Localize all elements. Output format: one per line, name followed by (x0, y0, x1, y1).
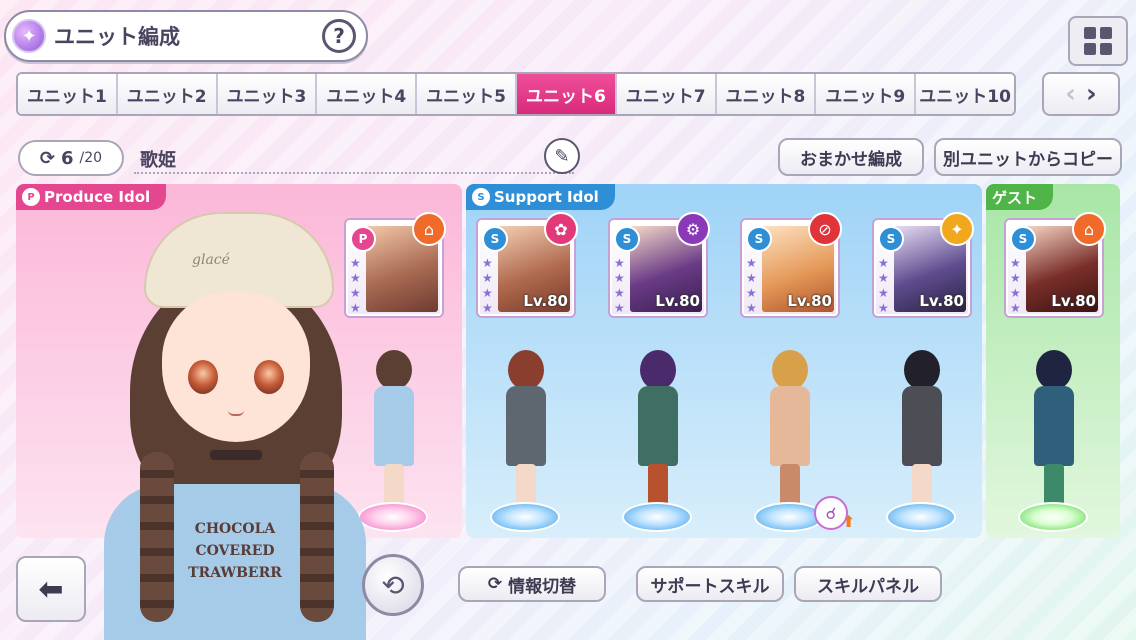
tab-unit-7[interactable]: ユニット7 (616, 74, 717, 114)
support-skill-button[interactable]: サポートスキル (636, 566, 784, 602)
chevron-left-icon[interactable]: ‹ (1065, 79, 1076, 109)
rarity-stars: ★ ★ ★ ★ (614, 256, 625, 315)
guest-idol-figure[interactable] (1018, 334, 1088, 534)
support-idol-label: Support Idol (494, 188, 599, 206)
tab-unit-9[interactable]: ユニット9 (816, 74, 917, 114)
support-idol-card-4[interactable]: S ★ ★ ★ ★ ✦ Lv.80 (874, 212, 974, 316)
support-idol-card-2[interactable]: S ★ ★ ★ ★ ⚙ Lv.80 (610, 212, 710, 316)
chevron-right-icon[interactable]: › (1086, 79, 1097, 109)
edit-name-button[interactable]: ✎ (544, 138, 580, 174)
unit-count-total: /20 (79, 150, 103, 166)
pedestal (1018, 502, 1088, 532)
unit-count[interactable]: ⟳ 6 /20 (18, 140, 124, 176)
support-idol-figure-2[interactable] (622, 334, 692, 534)
pedestal (622, 502, 692, 532)
rarity-stars: ★ ★ ★ ★ (1010, 256, 1021, 315)
support-idol-tag: S Support Idol (466, 184, 615, 210)
tab-unit-10[interactable]: ユニット10 (916, 74, 1014, 114)
guest-idol-card[interactable]: S ★ ★ ★ ★ ⌂ Lv.80 (1006, 212, 1106, 316)
support-type-icon: S (1010, 226, 1036, 252)
level-label: Lv.80 (919, 292, 964, 310)
cycle-icon: ⟳ (487, 574, 503, 594)
pencil-icon: ✎ (554, 145, 570, 167)
swap-button[interactable]: ⟲ (362, 554, 424, 616)
arrow-up-icon: ⬆ (842, 512, 856, 531)
school-icon: ⌂ (1072, 212, 1106, 246)
tab-unit-2[interactable]: ユニット2 (117, 74, 218, 114)
level-label: Lv.80 (787, 292, 832, 310)
level-label: Lv.80 (523, 292, 568, 310)
tab-pager: ‹ › (1042, 72, 1120, 116)
menu-grid-button[interactable] (1068, 16, 1128, 66)
support-type-icon: S (878, 226, 904, 252)
support-idol-panel: S Support Idol S ★ ★ ★ ★ ✿ Lv.80 S ★ ★ ★ ★ ⚙ L… (466, 184, 982, 538)
produce-idol-tag: P Produce Idol (16, 184, 167, 210)
auto-formation-button[interactable]: おまかせ編成 (778, 138, 924, 176)
guest-idol-tag: ゲスト (986, 184, 1054, 210)
hat-text: glacé (192, 252, 230, 268)
support-idol-figure-3[interactable] (754, 334, 824, 534)
back-button[interactable]: ⬅ (16, 556, 86, 622)
tab-unit-1[interactable]: ユニット1 (18, 74, 118, 114)
produce-idol-label: Produce Idol (44, 188, 151, 206)
school-icon: ⌂ (412, 212, 446, 246)
copy-unit-button[interactable]: 別ユニットからコピー (934, 138, 1122, 176)
support-idol-figure-1[interactable] (490, 334, 560, 534)
arrow-left-icon: ⬅ (38, 571, 64, 607)
feather-icon: ✦ (12, 19, 46, 53)
support-type-icon: S (746, 226, 772, 252)
rarity-stars: ★ ★ ★ ★ (878, 256, 889, 315)
tab-unit-6[interactable]: ユニット6 (516, 74, 617, 114)
tab-unit-3[interactable]: ユニット3 (217, 74, 318, 114)
refresh-icon: ⟲ (381, 568, 405, 602)
guest-idol-label: ゲスト (992, 188, 1038, 207)
help-button[interactable]: ? (322, 19, 356, 53)
tab-unit-8[interactable]: ユニット8 (716, 74, 817, 114)
page-title: ユニット編成 (54, 25, 180, 49)
produce-idol-illustration: glacé CHOCOLA COVERED TRAWBERR (100, 212, 370, 640)
support-icon: S (472, 188, 490, 206)
info-toggle-label: 情報切替 (508, 576, 577, 597)
title-bar: ✦ ユニット編成 ? (4, 10, 368, 62)
grid-icon (1084, 27, 1096, 39)
support-idol-figure-4[interactable] (886, 334, 956, 534)
cycle-icon: ⟳ (39, 147, 56, 169)
unit-tabs: ユニット1 ユニット2 ユニット3 ユニット4 ユニット5 ユニット6 ユニット… (16, 72, 1016, 116)
support-type-icon: S (482, 226, 508, 252)
support-type-icon: S (614, 226, 640, 252)
shirt-print: CHOCOLA COVERED TRAWBERR (188, 521, 282, 581)
unit-name-underline (134, 172, 574, 174)
skill-panel-button[interactable]: スキルパネル (794, 566, 942, 602)
no-symbol-icon: ⊘ (808, 212, 842, 246)
support-idol-card-3[interactable]: S ★ ★ ★ ★ ⊘ Lv.80 (742, 212, 842, 316)
tab-unit-5[interactable]: ユニット5 (417, 74, 517, 114)
info-toggle-button[interactable]: ⟳ 情報切替 (458, 566, 606, 602)
unit-name: 歌姫 (140, 150, 176, 171)
unit-count-current: 6 (61, 147, 74, 169)
level-label: Lv.80 (655, 292, 700, 310)
guest-idol-panel: ゲスト S ★ ★ ★ ★ ⌂ Lv.80 (986, 184, 1120, 538)
rarity-stars: ★ ★ ★ ★ (482, 256, 493, 315)
pedestal (886, 502, 956, 532)
tab-unit-4[interactable]: ユニット4 (317, 74, 418, 114)
sparkle-icon: ✦ (940, 212, 974, 246)
level-label: Lv.80 (1051, 292, 1096, 310)
rarity-stars: ★ ★ ★ ★ (746, 256, 757, 315)
flower-icon: ✿ (544, 212, 578, 246)
gear-icon: ⚙ (676, 212, 710, 246)
produce-icon: P (22, 188, 40, 206)
support-idol-card-1[interactable]: S ★ ★ ★ ★ ✿ Lv.80 (478, 212, 578, 316)
pedestal (490, 502, 560, 532)
